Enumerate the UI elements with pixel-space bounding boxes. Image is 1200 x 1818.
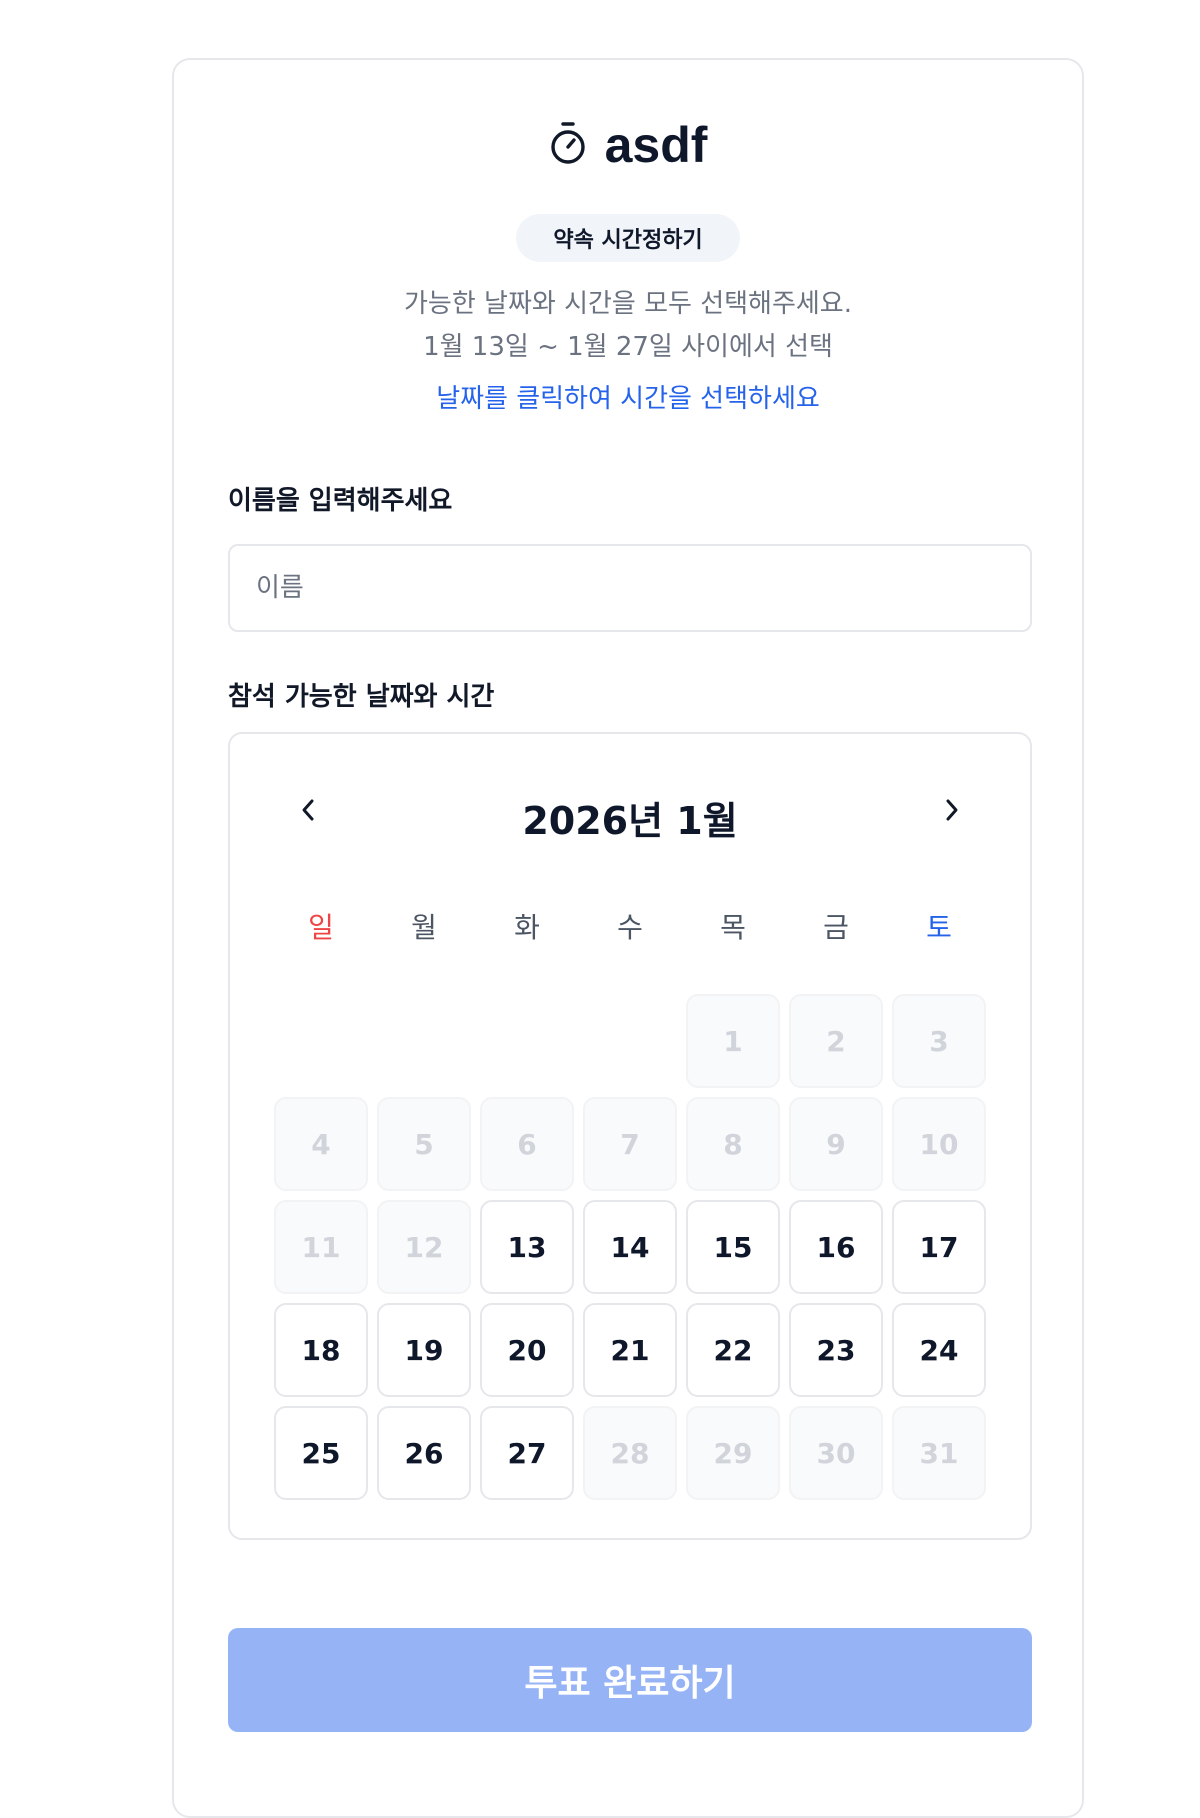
day-cell-disabled: 11 [274, 1200, 368, 1294]
availability-label: 참석 가능한 날짜와 시간 [228, 682, 495, 712]
day-cell-disabled: 8 [686, 1097, 780, 1191]
day-cell-available[interactable]: 20 [480, 1303, 574, 1397]
day-cell-disabled: 3 [892, 994, 986, 1088]
day-cell-available[interactable]: 26 [377, 1406, 471, 1500]
day-blank [377, 994, 471, 1088]
day-cell-available[interactable]: 22 [686, 1303, 780, 1397]
weekday-label: 화 [514, 911, 540, 944]
name-input[interactable] [228, 544, 1032, 632]
event-type-badge: 약속 시간정하기 [516, 214, 740, 262]
submit-vote-button[interactable]: 투표 완료하기 [228, 1628, 1032, 1732]
weekday-row: 일월화수목금토 [274, 906, 986, 946]
day-blank [274, 994, 368, 1088]
day-cell-available[interactable]: 23 [789, 1303, 883, 1397]
weekday-label: 수 [617, 911, 643, 944]
day-cell-available[interactable]: 16 [789, 1200, 883, 1294]
calendar: 2026년 1월 일월화수목금토 1 2 3 4 5 6 7 8 9 10 11 12 13 14 15 16… [228, 732, 1032, 1540]
vote-card: asdf 약속 시간정하기 가능한 날짜와 시간을 모두 선택해주세요. 1월 … [172, 58, 1084, 1818]
day-cell-disabled: 6 [480, 1097, 574, 1191]
event-title: asdf [604, 117, 708, 173]
day-cell-available[interactable]: 24 [892, 1303, 986, 1397]
instructions-text: 가능한 날짜와 시간을 모두 선택해주세요. [404, 289, 852, 319]
day-blank [583, 994, 677, 1088]
day-cell-available[interactable]: 27 [480, 1406, 574, 1500]
day-cell-disabled: 10 [892, 1097, 986, 1191]
day-cell-available[interactable]: 21 [583, 1303, 677, 1397]
day-cell-disabled: 5 [377, 1097, 471, 1191]
day-cell-disabled: 7 [583, 1097, 677, 1191]
day-cell-disabled: 29 [686, 1406, 780, 1500]
calendar-header: 2026년 1월 [230, 784, 1030, 843]
day-cell-available[interactable]: 18 [274, 1303, 368, 1397]
day-cell-available[interactable]: 17 [892, 1200, 986, 1294]
day-cell-disabled: 2 [789, 994, 883, 1088]
weekday-label: 월 [411, 911, 437, 944]
day-cell-disabled: 9 [789, 1097, 883, 1191]
stopwatch-icon [549, 121, 587, 169]
day-cell-disabled: 4 [274, 1097, 368, 1191]
weekday-label: 목 [720, 911, 746, 944]
chevron-right-icon [942, 797, 962, 827]
date-range-text: 1월 13일 ~ 1월 27일 사이에서 선택 [423, 332, 833, 362]
day-cell-available[interactable]: 19 [377, 1303, 471, 1397]
day-grid: 1 2 3 4 5 6 7 8 9 10 11 12 13 14 15 16 17 18 19 20 21 22 23 24 2… [274, 994, 986, 1500]
name-label: 이름을 입력해주세요 [228, 486, 453, 516]
day-blank [480, 994, 574, 1088]
day-cell-available[interactable]: 25 [274, 1406, 368, 1500]
weekday-label: 금 [823, 911, 849, 944]
day-cell-disabled: 31 [892, 1406, 986, 1500]
day-cell-disabled: 1 [686, 994, 780, 1088]
day-cell-available[interactable]: 13 [480, 1200, 574, 1294]
month-label: 2026년 1월 [522, 799, 738, 843]
weekday-label: 토 [926, 911, 952, 944]
day-cell-available[interactable]: 15 [686, 1200, 780, 1294]
next-month-button[interactable] [924, 784, 980, 840]
day-cell-disabled: 28 [583, 1406, 677, 1500]
day-cell-disabled: 12 [377, 1200, 471, 1294]
weekday-label: 일 [308, 911, 334, 944]
title-row: asdf [174, 116, 1082, 174]
day-cell-available[interactable]: 14 [583, 1200, 677, 1294]
hint-text: 날짜를 클릭하여 시간을 선택하세요 [436, 384, 820, 414]
day-cell-disabled: 30 [789, 1406, 883, 1500]
